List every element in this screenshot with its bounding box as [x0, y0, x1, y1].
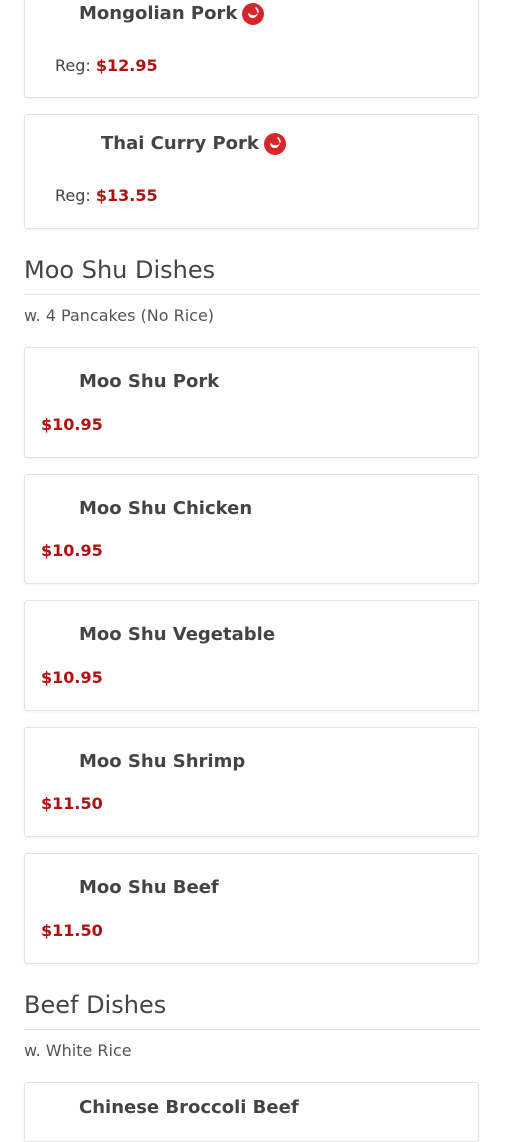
price-value: $11.50: [41, 921, 103, 940]
price-row: Reg: $13.55: [55, 186, 158, 206]
chili-pepper-icon: [263, 133, 286, 155]
section-divider: [24, 1029, 480, 1030]
price-value: $13.55: [95, 186, 158, 205]
section-note: w. White Rice: [24, 1041, 132, 1060]
item-name: Moo Shu Shrimp: [79, 750, 245, 774]
menu-item-card[interactable]: Moo Shu Chicken $10.95: [24, 474, 479, 584]
item-name: Moo Shu Vegetable: [79, 623, 275, 647]
menu-item-card[interactable]: Moo Shu Vegetable $10.95: [24, 600, 479, 711]
section-divider: [24, 294, 480, 295]
item-name: Thai Curry Pork: [101, 132, 287, 156]
item-name-text: Moo Shu Shrimp: [79, 751, 246, 772]
item-name-text: Thai Curry Pork: [101, 133, 259, 154]
price-row: $10.95: [41, 541, 103, 561]
price-row: $11.50: [41, 921, 103, 941]
item-name-text: Moo Shu Chicken: [79, 498, 253, 519]
price-value: $10.95: [41, 415, 103, 434]
price-value: $10.95: [41, 541, 103, 560]
price-row: $11.50: [41, 794, 103, 814]
price-label: Reg:: [55, 56, 91, 75]
section-title: Moo Shu Dishes: [24, 256, 216, 284]
menu-item-card[interactable]: Chinese Broccoli Beef: [24, 1082, 479, 1142]
price-row: $10.95: [41, 415, 103, 435]
section-title: Beef Dishes: [24, 991, 167, 1019]
item-name: Moo Shu Beef: [79, 876, 219, 900]
price-row: $10.95: [41, 668, 103, 688]
price-row: Reg: $12.95: [55, 56, 158, 76]
item-name-text: Moo Shu Beef: [79, 877, 219, 898]
menu-item-card[interactable]: Moo Shu Beef $11.50: [24, 853, 479, 964]
menu-item-card[interactable]: Moo Shu Pork $10.95: [24, 347, 479, 458]
item-name: Moo Shu Chicken: [79, 497, 252, 521]
item-name-text: Mongolian Pork: [79, 3, 238, 24]
chili-pepper-icon: [242, 3, 265, 25]
menu-item-card[interactable]: Mongolian Pork Reg: $12.95: [24, 0, 479, 98]
item-name-text: Moo Shu Pork: [79, 371, 220, 392]
item-name-text: Chinese Broccoli Beef: [79, 1097, 299, 1118]
price-label: Reg:: [55, 186, 91, 205]
item-name: Mongolian Pork: [79, 2, 265, 26]
price-value: $12.95: [95, 56, 158, 75]
section-note: w. 4 Pancakes (No Rice): [24, 306, 215, 325]
menu-item-card[interactable]: Thai Curry Pork Reg: $13.55: [24, 114, 479, 229]
item-name: Moo Shu Pork: [79, 370, 219, 394]
price-value: $10.95: [41, 668, 103, 687]
price-value: $11.50: [41, 794, 103, 813]
item-name: Chinese Broccoli Beef: [79, 1096, 299, 1120]
menu-item-card[interactable]: Moo Shu Shrimp $11.50: [24, 727, 479, 837]
item-name-text: Moo Shu Vegetable: [79, 624, 276, 645]
